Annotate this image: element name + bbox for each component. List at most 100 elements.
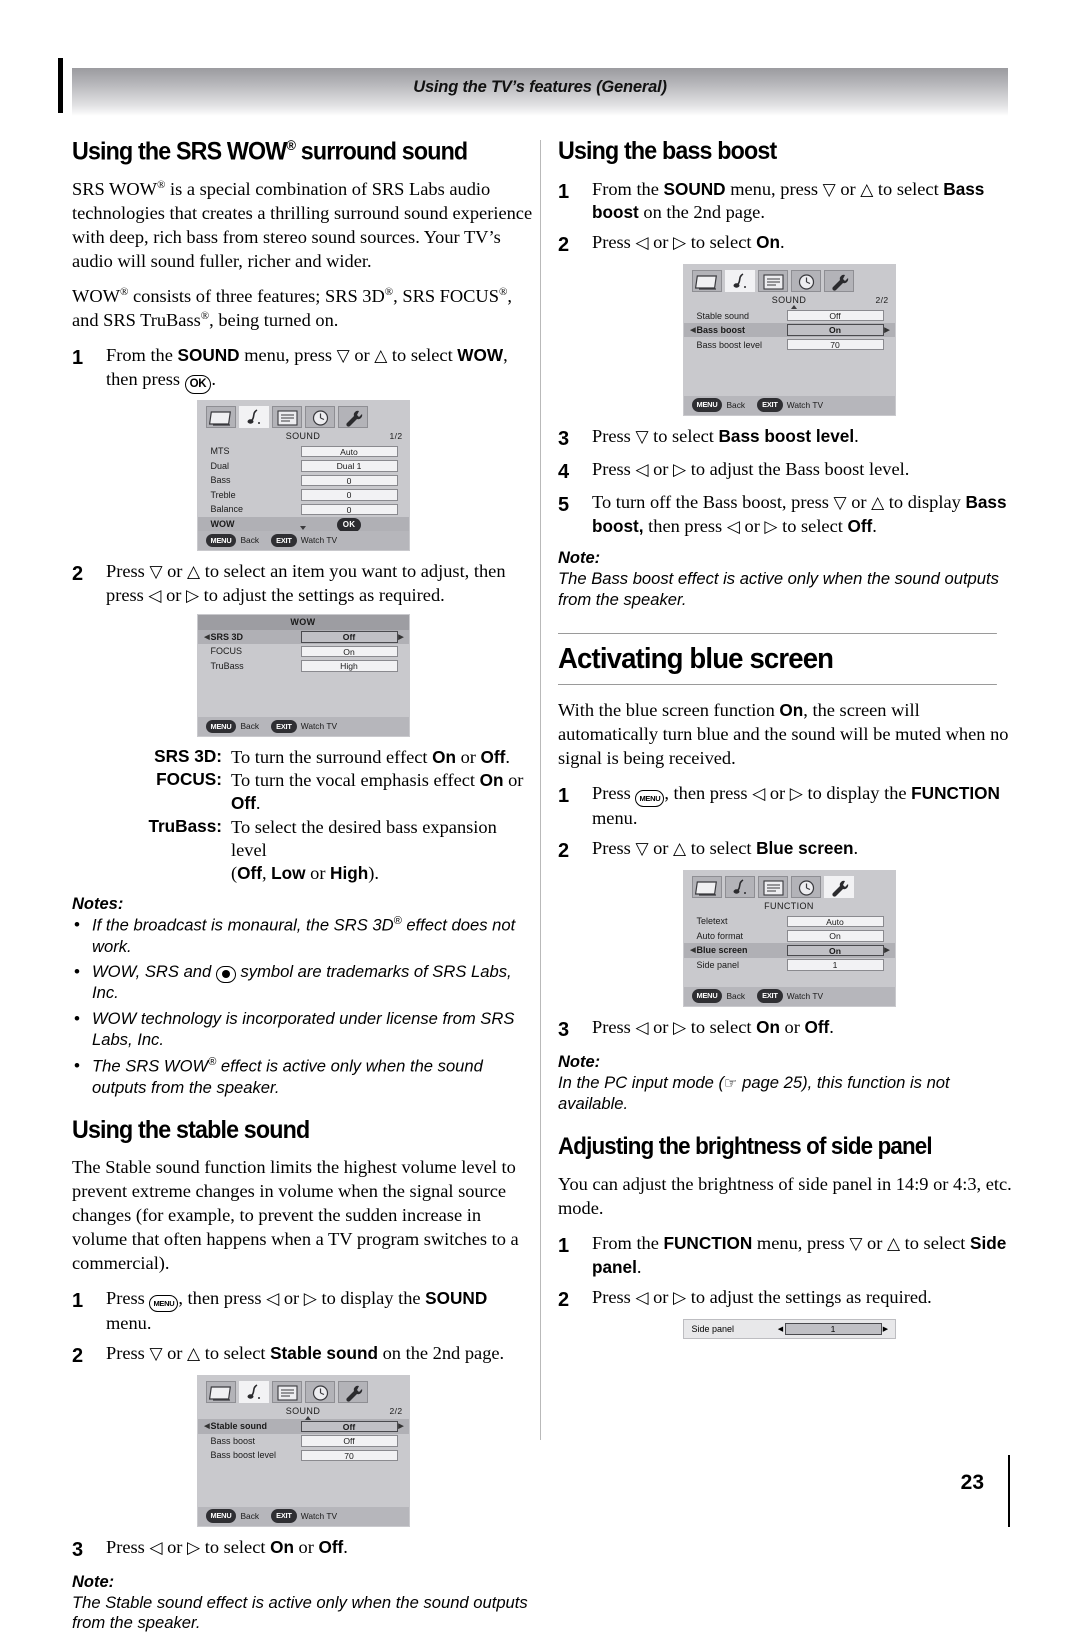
osd-row-value[interactable]: High [300, 660, 398, 672]
step-t4: to select [387, 344, 458, 365]
osd-row-value[interactable]: Off [300, 1420, 398, 1433]
osd-row-value[interactable]: Off [300, 631, 398, 643]
osd-wow-menu[interactable]: WOW ◀SRS 3DOff▶ ◀FOCUSOn▶ ◀TruBassHigh▶ … [196, 614, 410, 737]
menu-key-icon[interactable]: MENU [205, 1509, 237, 1523]
osd-row-value[interactable]: 0 [300, 503, 398, 516]
osd-row[interactable]: ◀Stable soundOff▶ [684, 308, 895, 323]
clock-icon[interactable] [790, 876, 821, 899]
left-arrow-icon[interactable]: ◀ [690, 946, 697, 954]
list-icon[interactable] [757, 876, 788, 899]
down-arrow-icon: ▽ [635, 426, 649, 447]
tv-icon[interactable] [205, 1381, 236, 1404]
osd-row-selected[interactable]: ◀ SRS 3D Off ▶ [197, 629, 409, 644]
osd-function-menu[interactable]: FUNCTION ◀TeletextAuto▶ ◀Auto formatOn▶ … [682, 870, 896, 1007]
tv-icon[interactable] [691, 876, 722, 899]
osd-sound-menu-page2-stable[interactable]: SOUND 2/2 ◀Stable sound Off▶ ◀ Bass boost O… [196, 1375, 410, 1527]
osd-row-value[interactable]: 1 [786, 959, 884, 971]
right-arrow-icon[interactable]: ▶ [882, 1325, 890, 1333]
osd-row[interactable]: ◀Auto formatOn▶ [684, 929, 895, 944]
osd-row[interactable]: ◀Bass boostOff▶ [198, 1434, 409, 1449]
osd-row-value-ok[interactable]: OK [301, 518, 398, 532]
menu-key-icon[interactable]: MENU [691, 398, 723, 412]
osd-row[interactable]: ◀Treble0▶ [198, 488, 409, 503]
clock-icon[interactable] [304, 1381, 335, 1404]
step-t3: to display [884, 491, 966, 512]
right-arrow-icon[interactable]: ▶ [398, 1422, 405, 1430]
osd-row[interactable]: ◀Bass0▶ [198, 473, 409, 488]
osd-side-panel-bar[interactable]: Side panel ◀ 1 ▶ [682, 1318, 896, 1339]
menu-key-icon[interactable]: MENU [205, 533, 237, 548]
osd-row-value[interactable]: On [786, 930, 884, 942]
step-t5: on the 2nd page. [638, 202, 765, 223]
osd-row-value[interactable]: On [300, 645, 398, 657]
menu-key-icon[interactable]: MENU [205, 719, 237, 733]
tv-icon[interactable] [691, 270, 722, 293]
osd-row[interactable]: ◀Bass boost level70▶ [198, 1448, 409, 1463]
wrench-icon[interactable] [823, 270, 854, 293]
osd-row-value[interactable]: 70 [300, 1449, 398, 1462]
osd-row-label: TruBass [210, 660, 244, 671]
left-arrow-icon: ◁ [752, 783, 766, 804]
right-arrow-icon[interactable]: ▶ [398, 633, 405, 641]
right-arrow-icon[interactable]: ▶ [884, 326, 891, 334]
osd-row[interactable]: ◀TruBassHigh▶ [198, 659, 409, 674]
osd-row-value[interactable]: Auto [300, 445, 398, 458]
list-icon[interactable] [271, 1381, 302, 1404]
exit-key-icon[interactable]: EXIT [757, 398, 783, 412]
music-note-icon[interactable] [724, 270, 755, 293]
osd-row-value[interactable]: Dual 1 [300, 460, 398, 472]
osd-row[interactable]: ◀Bass boost level70▶ [684, 337, 895, 352]
music-note-icon[interactable] [238, 1381, 269, 1404]
left-arrow-icon[interactable]: ◀ [777, 1325, 785, 1333]
osd-row-selected[interactable]: ◀ Blue screen On ▶ [683, 943, 895, 958]
wrench-icon[interactable] [823, 876, 854, 899]
wrench-icon[interactable] [337, 406, 368, 429]
osd-row-value[interactable]: On [786, 944, 884, 957]
osd-row[interactable]: ◀FOCUSOn▶ [198, 644, 409, 659]
running-header-band: Using the TV’s features (General) [72, 68, 1008, 116]
list-icon[interactable] [271, 406, 302, 429]
osd-row-selected[interactable]: ◀ Bass boost On ▶ [683, 322, 895, 338]
step-text: Press ▽ or △ to select Stable sound on t… [106, 1342, 534, 1369]
down-arrow-icon: ▽ [833, 492, 847, 513]
osd-sound-menu-page1[interactable]: SOUND 1/2 ◀MTSAuto▶ ◀DualDual 1▶ ◀Bass0▶… [196, 400, 410, 552]
left-arrow-icon[interactable]: ◀ [204, 633, 211, 641]
exit-key-icon[interactable]: EXIT [271, 1509, 297, 1523]
music-note-icon[interactable] [238, 406, 269, 429]
wrench-icon[interactable] [337, 1381, 368, 1404]
right-arrow-icon[interactable]: ▶ [884, 946, 891, 954]
osd-row[interactable]: ◀TeletextAuto▶ [684, 914, 895, 929]
tv-icon[interactable] [205, 406, 236, 429]
down-arrow-icon: ▽ [822, 179, 836, 200]
clock-icon[interactable] [790, 270, 821, 293]
exit-key-icon[interactable]: EXIT [757, 989, 783, 1003]
menu-key-icon[interactable]: MENU [691, 989, 723, 1003]
osd-row-value[interactable]: Off [300, 1435, 398, 1447]
osd-row[interactable]: ◀Side panel1▶ [684, 958, 895, 973]
osd-row-value[interactable]: 70 [786, 338, 884, 351]
list-icon[interactable] [757, 270, 788, 293]
osd-row-selected[interactable]: ◀ Stable sound Off ▶ [197, 1419, 409, 1434]
osd-row-value[interactable]: Off [786, 309, 884, 322]
osd-row-value[interactable]: Auto [786, 915, 884, 928]
osd-row-value[interactable]: 1 [784, 1322, 882, 1335]
osd-sound-menu-page2-bass[interactable]: SOUND 2/2 ◀ Stable sound Off▶ ◀Bass boost O… [682, 264, 896, 416]
left-arrow-icon[interactable]: ◀ [204, 1422, 211, 1430]
osd-row-value[interactable]: 0 [300, 489, 398, 501]
step-b1: On [756, 1016, 780, 1037]
osd-footer: MENU Back EXIT Watch TV [197, 717, 409, 736]
osd-row-value[interactable]: On [786, 324, 884, 336]
exit-key-icon[interactable]: EXIT [271, 719, 297, 733]
music-note-icon[interactable] [724, 876, 755, 899]
left-arrow-icon[interactable]: ◀ [690, 326, 697, 334]
osd-row[interactable]: ◀MTSAuto▶ [198, 444, 409, 459]
definition-row-trubass: TruBass: To select the desired bass expa… [116, 816, 534, 862]
osd-row-value[interactable]: 0 [300, 474, 398, 487]
osd-row[interactable]: ◀Balance0▶ [198, 502, 409, 517]
clock-icon[interactable] [304, 406, 335, 429]
osd-row[interactable]: ◀DualDual 1▶ [198, 459, 409, 474]
exit-key-icon[interactable]: EXIT [271, 533, 297, 548]
definition-term: FOCUS: [116, 769, 222, 815]
osd-page-indicator: 2/2 [875, 295, 889, 306]
definition-desc: To select the desired bass expansion lev… [222, 816, 534, 862]
